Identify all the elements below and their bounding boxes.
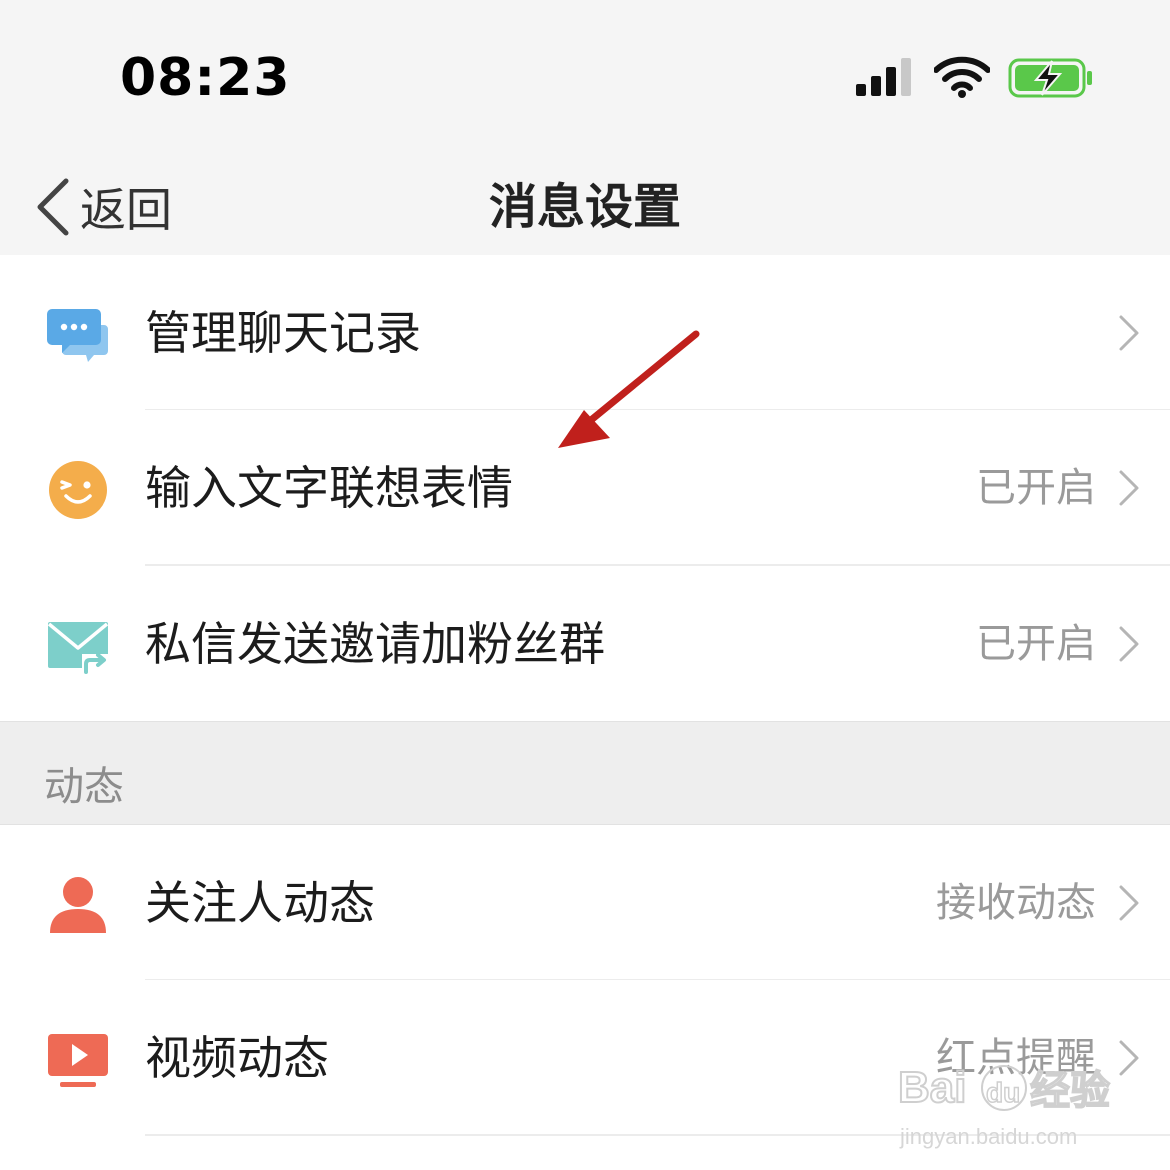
row-label: 视频动态 — [145, 1031, 329, 1085]
wifi-icon — [934, 56, 990, 98]
row-value: 接收动态 — [936, 880, 1096, 926]
chevron-right-icon — [1119, 470, 1139, 506]
status-time: 08:23 — [120, 48, 291, 108]
settings-row-manage-chat-history[interactable]: 管理聊天记录 — [0, 255, 1170, 411]
back-button[interactable]: 返回 — [34, 175, 172, 239]
chevron-right-icon — [1119, 1040, 1139, 1076]
chat-bubbles-icon — [47, 309, 108, 362]
row-label: 管理聊天记录 — [145, 306, 421, 360]
navigation-bar: 消息设置 返回 — [0, 145, 1170, 273]
chevron-left-icon — [37, 178, 69, 236]
status-bar: 08:23 — [0, 0, 1170, 145]
settings-row-text-emoji-suggest[interactable]: 输入文字联想表情 已开启 — [0, 410, 1170, 566]
back-label: 返回 — [80, 183, 172, 237]
section-header-feed: 动态 — [0, 721, 1170, 825]
row-value: 红点提醒 — [936, 1035, 1096, 1081]
divider — [145, 1134, 1170, 1136]
cellular-signal-icon — [856, 58, 911, 96]
section-title: 动态 — [44, 764, 124, 810]
row-label: 关注人动态 — [145, 876, 375, 930]
chevron-right-icon — [1119, 626, 1139, 662]
battery-charging-icon — [1008, 58, 1092, 98]
video-play-icon — [48, 1034, 108, 1087]
smiley-face-icon — [49, 461, 107, 519]
chevron-right-icon — [1119, 885, 1139, 921]
chevron-right-icon — [1119, 315, 1139, 351]
settings-row-dm-fan-group-invite[interactable]: 私信发送邀请加粉丝群 已开启 — [0, 566, 1170, 722]
person-icon — [50, 877, 106, 933]
row-label: 私信发送邀请加粉丝群 — [145, 617, 605, 671]
envelope-share-icon — [47, 622, 110, 676]
row-value: 已开启 — [976, 465, 1096, 511]
settings-row-following-feed[interactable]: 关注人动态 接收动态 — [0, 825, 1170, 981]
row-label: 输入文字联想表情 — [145, 461, 513, 515]
settings-row-video-feed[interactable]: 视频动态 红点提醒 — [0, 980, 1170, 1136]
row-value: 已开启 — [976, 621, 1096, 667]
page-title: 消息设置 — [488, 179, 681, 235]
